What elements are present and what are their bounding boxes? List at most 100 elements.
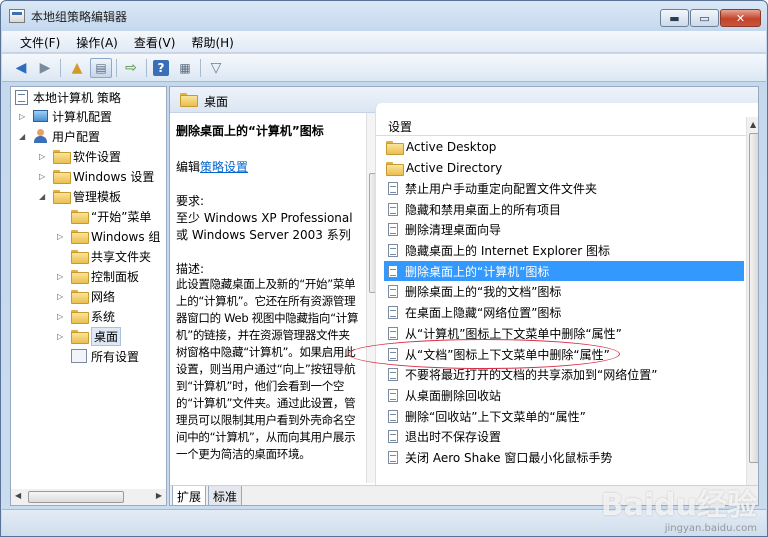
list-item-folder[interactable]: Active Desktop	[384, 137, 744, 157]
scrollbar-thumb[interactable]	[749, 133, 758, 463]
list-item-setting[interactable]: 隐藏和禁用桌面上的所有项目	[384, 199, 744, 219]
tree-item-root[interactable]: 本地计算机 策略	[15, 87, 121, 107]
folder-icon	[71, 310, 89, 324]
show-tree-icon[interactable]: ▤	[90, 58, 112, 78]
title-bar: 本地组策略编辑器 ▬ ▭ ✕	[1, 1, 767, 31]
toolbar: ◀ ▶ ▲ ▤ ⇨ ? ▦ ▽	[2, 54, 766, 82]
tree-item-desktop[interactable]: ▷ 桌面	[57, 326, 122, 346]
list-item-setting[interactable]: 禁止用户手动重定向配置文件文件夹	[384, 178, 744, 198]
details-header-title: 桌面	[204, 95, 229, 109]
tree-horizontal-scrollbar[interactable]: ◀ ▶	[10, 489, 167, 506]
app-icon	[9, 9, 25, 23]
expand-icon[interactable]: ▷	[57, 272, 66, 281]
tree-item-all-settings[interactable]: 所有设置	[71, 346, 139, 366]
close-button[interactable]: ✕	[720, 9, 761, 27]
list-item-setting[interactable]: 在桌面上隐藏“网络位置”图标	[384, 303, 744, 323]
setting-doc-icon	[388, 285, 398, 299]
tree-item-computer-config[interactable]: ▷ 计算机配置	[19, 106, 112, 126]
setting-doc-icon	[388, 244, 398, 257]
computer-icon	[33, 110, 48, 122]
list-item-setting[interactable]: 删除清理桌面向导	[384, 220, 744, 240]
settings-list: 设置 Active Desktop Active Directory 禁止用户手动重…	[375, 103, 758, 485]
collapse-icon[interactable]: ◢	[39, 192, 48, 201]
tree-item-software[interactable]: ▷ 软件设置	[39, 146, 121, 166]
tree-item-shared-folders[interactable]: 共享文件夹	[71, 246, 151, 266]
tab-extended[interactable]: 扩展	[172, 486, 207, 505]
list-vertical-scrollbar[interactable]: ▲	[746, 117, 758, 485]
tab-standard[interactable]: 标准	[208, 486, 243, 505]
menu-bar: 文件(F) 操作(A) 查看(V) 帮助(H)	[2, 31, 766, 53]
folder-icon	[53, 150, 71, 164]
list-item-label: 删除清理桌面向导	[405, 223, 502, 238]
all-settings-icon	[71, 349, 87, 363]
list-item-setting[interactable]: 删除桌面上的“我的文档”图标	[384, 282, 744, 302]
tree-item-network[interactable]: ▷ 网络	[57, 286, 115, 306]
edit-policy-link[interactable]: 策略设置	[200, 160, 248, 174]
requirements-line-2: 或 Windows Server 2003 系列	[176, 228, 351, 242]
list-item-folder[interactable]: Active Directory	[384, 158, 744, 178]
menu-file[interactable]: 文件(F)	[12, 31, 68, 52]
list-item-label: 禁止用户手动重定向配置文件文件夹	[405, 181, 598, 196]
collapse-icon[interactable]: ◢	[19, 132, 28, 141]
expand-icon[interactable]: ▷	[57, 292, 66, 301]
forward-arrow-icon[interactable]: ▶	[34, 58, 56, 78]
folder-icon	[386, 161, 404, 176]
expand-icon[interactable]: ▷	[57, 232, 66, 241]
tree-item-system[interactable]: ▷ 系统	[57, 306, 115, 326]
folder-icon	[71, 270, 89, 284]
setting-doc-icon	[388, 326, 398, 340]
tree-item-start-menu[interactable]: “开始”菜单	[71, 206, 151, 226]
tree-item-user-config[interactable]: ◢ 用户配置	[19, 126, 100, 146]
maximize-button[interactable]: ▭	[690, 9, 719, 27]
setting-doc-icon	[388, 264, 398, 278]
expand-icon[interactable]: ▷	[57, 332, 66, 341]
list-item-label: 关闭 Aero Shake 窗口最小化鼠标手势	[405, 451, 613, 465]
help-icon[interactable]: ?	[150, 58, 172, 78]
list-item-label: 隐藏桌面上的 Internet Explorer 图标	[405, 244, 611, 258]
list-item-setting[interactable]: 关闭 Aero Shake 窗口最小化鼠标手势	[384, 448, 744, 468]
details-pane: 桌面 删除桌面上的“计算机”图标 编辑策略设置 要求: 至少 Windows X…	[169, 86, 759, 506]
scroll-left-icon[interactable]: ◀	[15, 491, 21, 500]
setting-doc-icon	[388, 368, 398, 382]
list-item-setting[interactable]: 退出时不保存设置	[384, 427, 744, 447]
minimize-button[interactable]: ▬	[660, 9, 689, 27]
list-item-setting[interactable]: 删除桌面上的“计算机”图标	[384, 261, 744, 282]
list-item-label: 退出时不保存设置	[405, 430, 502, 445]
list-item-label: 从桌面删除回收站	[405, 388, 502, 403]
folder-icon	[53, 190, 71, 204]
expand-icon[interactable]: ▷	[39, 172, 48, 181]
list-item-setting[interactable]: 从桌面删除回收站	[384, 385, 744, 405]
menu-view[interactable]: 查看(V)	[126, 31, 184, 52]
list-item-label: 删除桌面上的“计算机”图标	[405, 264, 550, 279]
expand-icon[interactable]: ▷	[19, 112, 28, 121]
setting-doc-icon	[388, 202, 398, 216]
scroll-up-icon[interactable]: ▲	[750, 120, 756, 129]
column-header-setting[interactable]: 设置	[376, 114, 746, 136]
scroll-right-icon[interactable]: ▶	[156, 491, 162, 500]
description-body: 此设置隐藏桌面上及新的“开始”菜单上的“计算机”。它还在所有资源管理器窗口的 W…	[176, 277, 359, 461]
back-arrow-icon[interactable]: ◀	[10, 58, 32, 78]
tree-item-control-panel[interactable]: ▷ 控制面板	[57, 266, 139, 286]
tree-item-windows-components[interactable]: ▷ Windows 组	[57, 226, 160, 246]
setting-doc-icon	[388, 388, 398, 402]
expand-icon[interactable]: ▷	[39, 152, 48, 161]
menu-help[interactable]: 帮助(H)	[183, 31, 241, 52]
scrollbar-thumb[interactable]	[28, 491, 124, 503]
highlight-ellipse	[348, 339, 620, 369]
up-folder-icon[interactable]: ▲	[66, 58, 88, 78]
menu-action[interactable]: 操作(A)	[68, 31, 126, 52]
window: 本地组策略编辑器 ▬ ▭ ✕ 文件(F) 操作(A) 查看(V) 帮助(H) ◀…	[0, 0, 768, 537]
user-icon	[33, 129, 48, 143]
tree-item-windows-settings[interactable]: ▷ Windows 设置	[39, 166, 154, 186]
export-list-icon[interactable]: ⇨	[120, 58, 142, 78]
filter-icon[interactable]: ▽	[205, 58, 227, 78]
requirements-line-1: 至少 Windows XP Professional	[176, 211, 353, 225]
setting-doc-icon	[388, 430, 398, 444]
tree-item-admin-templates[interactable]: ◢ 管理模板	[39, 186, 121, 206]
properties-icon[interactable]: ▦	[174, 58, 196, 78]
list-item-label: 删除“回收站”上下文菜单的“属性”	[405, 409, 586, 424]
list-item-setting[interactable]: 删除“回收站”上下文菜单的“属性”	[384, 406, 744, 426]
expand-icon[interactable]: ▷	[57, 312, 66, 321]
folder-icon	[180, 93, 198, 107]
list-item-setting[interactable]: 隐藏桌面上的 Internet Explorer 图标	[384, 241, 744, 261]
